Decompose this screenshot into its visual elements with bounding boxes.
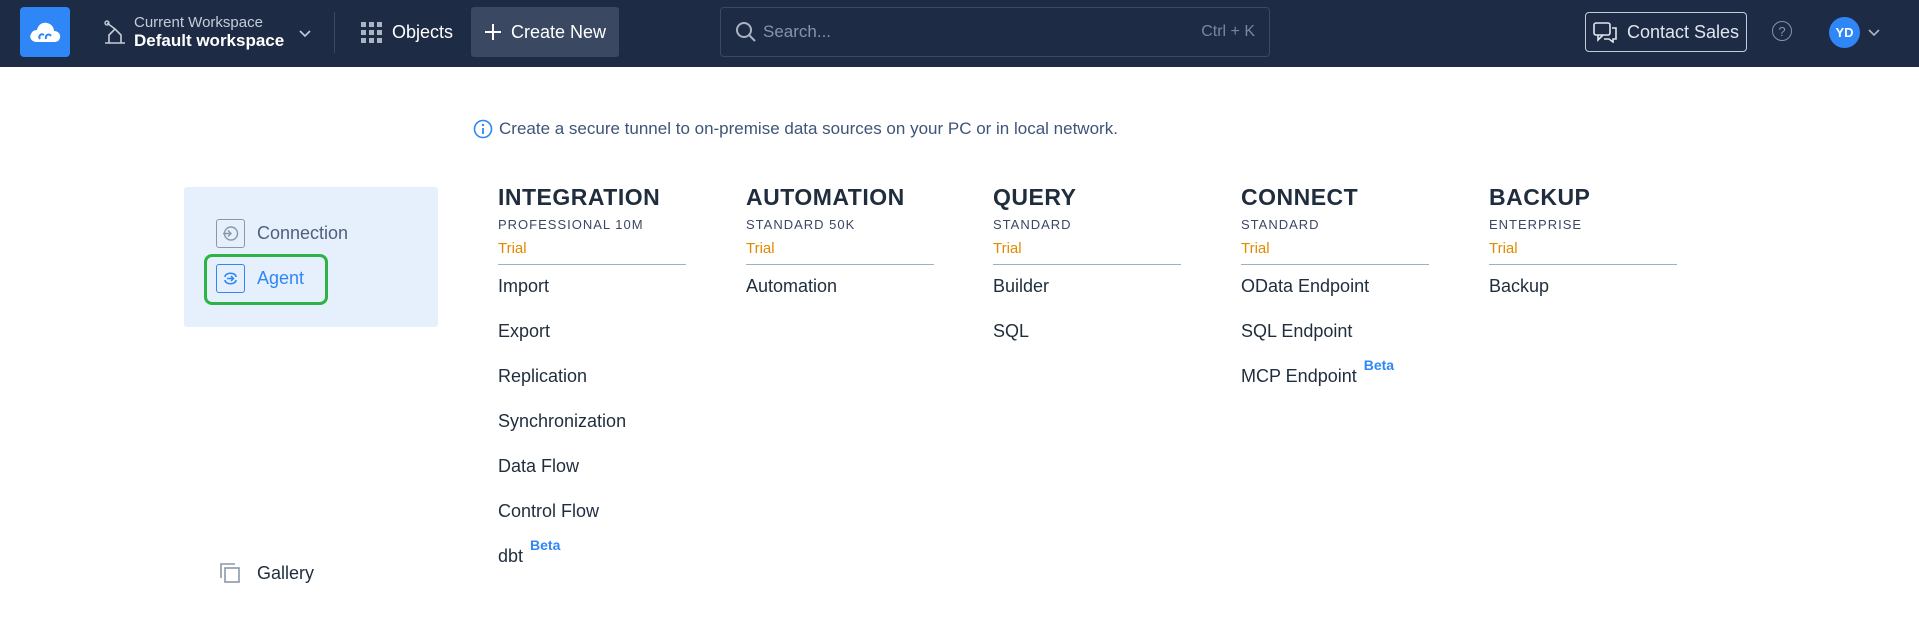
info-banner: Create a secure tunnel to on-premise dat…	[473, 119, 1118, 139]
product-title: BACKUP	[1489, 184, 1591, 210]
object-type-builder[interactable]: Builder	[993, 276, 1181, 321]
trial-badge: Trial	[1241, 240, 1429, 265]
search-shortcut-hint: Ctrl + K	[1201, 23, 1255, 40]
object-type-dbt[interactable]: dbt Beta	[498, 537, 686, 591]
item-label: MCP Endpoint	[1241, 366, 1357, 386]
item-label: Data Flow	[498, 456, 580, 476]
agent-icon	[216, 264, 245, 293]
beta-badge: Beta	[1363, 357, 1395, 373]
sidebar-item-connection[interactable]: Connection	[216, 219, 348, 248]
sidebar-item-label: Agent	[257, 268, 305, 288]
trial-badge: Trial	[498, 240, 686, 265]
topbar-divider	[334, 12, 335, 53]
product-title: INTEGRATION	[498, 184, 661, 210]
top-navigation-bar: Current Workspace Default workspace Obje…	[0, 0, 1919, 67]
object-type-synchronization[interactable]: Synchronization	[498, 411, 686, 456]
object-type-data-flow[interactable]: Data Flow	[498, 456, 686, 501]
plus-icon	[484, 24, 501, 40]
chevron-down-icon[interactable]	[1867, 25, 1881, 39]
object-type-mcp-endpoint[interactable]: MCP Endpoint Beta	[1241, 357, 1429, 411]
create-new-label: Create New	[510, 21, 607, 42]
product-plan: STANDARD	[993, 217, 1072, 232]
app-logo-cloud-icon[interactable]	[20, 7, 70, 57]
sidebar-item-label: Connection	[257, 223, 349, 243]
item-label: Import	[498, 276, 550, 296]
product-title: CONNECT	[1241, 184, 1359, 210]
gallery-icon	[220, 563, 240, 583]
object-type-control-flow[interactable]: Control Flow	[498, 501, 686, 546]
connection-icon	[216, 219, 245, 248]
product-plan: STANDARD	[1241, 217, 1320, 232]
gallery-label: Gallery	[257, 562, 315, 583]
contact-sales-label: Contact Sales	[1626, 21, 1740, 42]
product-title: QUERY	[993, 184, 1077, 210]
search-box[interactable]: Ctrl + K	[720, 7, 1270, 57]
item-label: Backup	[1489, 276, 1550, 296]
contact-sales-button[interactable]: Contact Sales	[1585, 12, 1747, 52]
grid-icon	[361, 22, 382, 43]
product-column-query: QUERY STANDARD Trial Builder SQL	[993, 184, 1181, 366]
product-column-automation: AUTOMATION STANDARD 50K Trial Automation	[746, 184, 934, 321]
objects-button[interactable]: Objects	[349, 7, 464, 57]
item-label: Builder	[993, 276, 1050, 296]
product-plan: STANDARD 50K	[746, 217, 856, 232]
trial-badge: Trial	[1489, 240, 1677, 265]
item-label: dbt	[498, 546, 524, 566]
workspace-icon	[104, 20, 125, 44]
create-new-button[interactable]: Create New	[471, 7, 619, 57]
product-plan: PROFESSIONAL 10M	[498, 217, 644, 232]
object-type-replication[interactable]: Replication	[498, 366, 686, 411]
product-column-integration: INTEGRATION PROFESSIONAL 10M Trial Impor…	[498, 184, 686, 591]
workspace-name: Default workspace	[134, 30, 285, 50]
product-column-connect: CONNECT STANDARD Trial OData Endpoint SQ…	[1241, 184, 1429, 411]
objects-label: Objects	[392, 21, 454, 42]
trial-badge: Trial	[993, 240, 1181, 265]
object-type-sql-endpoint[interactable]: SQL Endpoint	[1241, 321, 1429, 366]
help-icon[interactable]: ?	[1772, 21, 1792, 41]
object-type-automation[interactable]: Automation	[746, 276, 934, 321]
search-icon	[736, 22, 756, 42]
item-label: Export	[498, 321, 551, 341]
product-title: AUTOMATION	[746, 184, 905, 210]
chevron-down-icon	[299, 30, 311, 38]
gallery-link[interactable]: Gallery	[219, 562, 314, 584]
beta-badge: Beta	[530, 537, 561, 553]
product-plan: ENTERPRISE	[1489, 217, 1583, 232]
info-icon	[473, 119, 493, 139]
object-type-sql[interactable]: SQL	[993, 321, 1181, 366]
item-label: Control Flow	[498, 501, 600, 521]
sidebar-item-agent[interactable]: Agent	[216, 264, 304, 293]
item-label: OData Endpoint	[1241, 276, 1370, 296]
trial-badge: Trial	[746, 240, 934, 265]
workspace-label: Current Workspace	[134, 14, 263, 32]
info-text: Create a secure tunnel to on-premise dat…	[499, 119, 1118, 138]
workspace-selector[interactable]: Current Workspace Default workspace	[101, 9, 312, 57]
item-label: Replication	[498, 366, 588, 386]
item-label: Synchronization	[498, 411, 627, 431]
search-input[interactable]	[763, 22, 1202, 42]
user-avatar[interactable]: YD	[1829, 17, 1860, 48]
item-label: Automation	[746, 276, 838, 296]
product-column-backup: BACKUP ENTERPRISE Trial Backup	[1489, 184, 1677, 321]
item-label: SQL Endpoint	[1241, 321, 1353, 341]
object-type-import[interactable]: Import	[498, 276, 686, 321]
object-type-odata-endpoint[interactable]: OData Endpoint	[1241, 276, 1429, 321]
item-label: SQL	[993, 321, 1030, 341]
object-type-export[interactable]: Export	[498, 321, 686, 366]
object-type-backup[interactable]: Backup	[1489, 276, 1677, 321]
chat-icon	[1593, 22, 1617, 43]
